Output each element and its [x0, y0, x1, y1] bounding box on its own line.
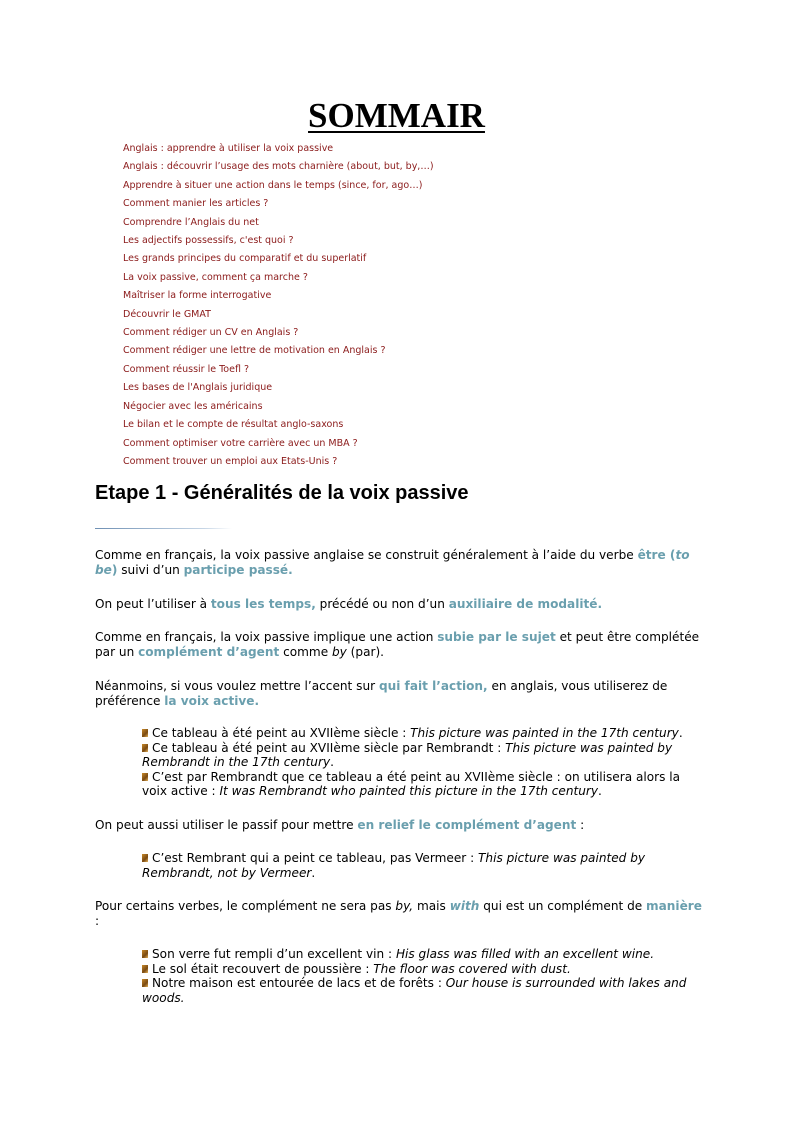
paragraph-with: Pour certains verbes, le complément ne s… [95, 899, 705, 929]
text: comme [279, 645, 332, 659]
italic-text: This picture was painted in the 17th cen… [410, 726, 679, 740]
toc-link[interactable]: La voix passive, comment ça marche ? [123, 269, 434, 287]
bullet-icon [142, 854, 148, 862]
paragraph-relief: On peut aussi utiliser le passif pour me… [95, 818, 705, 833]
toc-link[interactable]: Anglais : apprendre à utiliser la voix p… [123, 140, 434, 158]
page-title: SOMMAIR [308, 96, 485, 135]
section-heading: Etape 1 - Généralités de la voix passive [95, 482, 469, 504]
list-item: C’est Rembrant qui a peint ce tableau, p… [142, 851, 702, 880]
example-list: Son verre fut rempli d’un excellent vin … [142, 947, 702, 1005]
bullet-icon [142, 743, 148, 752]
text: Comme en français, la voix passive angla… [95, 548, 638, 562]
highlight: with [449, 899, 480, 913]
text: . [330, 755, 334, 770]
toc-link[interactable]: Négocier avec les américains [123, 398, 434, 416]
toc-link[interactable]: Comment rédiger un CV en Anglais ? [123, 324, 434, 342]
highlight: complément d’agent [138, 645, 280, 659]
toc-link[interactable]: Comment optimiser votre carrière avec un… [123, 435, 434, 453]
highlight: en relief le complément d’agent [357, 818, 577, 832]
highlight: la voix active. [164, 694, 260, 708]
text: . [311, 865, 316, 880]
bullet-icon [142, 950, 148, 958]
italic-text: by [331, 645, 347, 659]
italic-text: The floor was covered with dust. [373, 961, 571, 976]
text: Le sol était recouvert de poussière : [152, 961, 374, 976]
text: Ce tableau à été peint au XVIIème siècle… [152, 726, 411, 740]
italic-text: by, [395, 899, 414, 913]
toc-link[interactable]: Les grands principes du comparatif et du… [123, 250, 434, 268]
text: On peut l’utiliser à [95, 597, 211, 611]
list-item: Ce tableau à été peint au XVIIème siècle… [142, 741, 702, 770]
text: Ce tableau à été peint au XVIIème siècle… [152, 740, 506, 755]
text: Comme en français, la voix passive impli… [95, 630, 438, 644]
text: Notre maison est entourée de lacs et de … [152, 976, 446, 991]
italic-text: His glass was filled with an excellent w… [395, 947, 655, 961]
text: Néanmoins, si vous voulez mettre l’accen… [95, 679, 379, 693]
text: (par). [346, 645, 385, 659]
table-of-contents: Anglais : apprendre à utiliser la voix p… [123, 140, 434, 471]
list-item: C’est par Rembrandt que ce tableau a été… [142, 770, 702, 799]
highlight: participe passé. [183, 563, 293, 577]
highlight: auxiliaire de modalité. [448, 597, 603, 611]
bullet-icon [142, 964, 148, 973]
toc-link[interactable]: Comment rédiger une lettre de motivation… [123, 342, 434, 360]
toc-link[interactable]: Comment réussir le Toefl ? [123, 361, 434, 379]
toc-link[interactable]: Comprendre l’Anglais du net [123, 214, 434, 232]
text: Pour certains verbes, le complément ne s… [95, 899, 396, 913]
bullet-icon [142, 979, 148, 988]
toc-link[interactable]: Maîtriser la forme interrogative [123, 287, 434, 305]
text: mais [413, 899, 450, 913]
paragraph-intro: Comme en français, la voix passive angla… [95, 548, 705, 578]
text: . [598, 784, 602, 799]
text: précédé ou non d’un [315, 597, 449, 611]
text: : [95, 914, 100, 928]
toc-link[interactable]: Anglais : découvrir l’usage des mots cha… [123, 158, 434, 176]
italic-text: It was Rembrandt who painted this pictur… [219, 784, 599, 799]
toc-link[interactable]: Comment trouver un emploi aux Etats-Unis… [123, 453, 434, 471]
highlight: tous les temps, [210, 597, 316, 611]
toc-link[interactable]: Apprendre à situer une action dans le te… [123, 177, 434, 195]
heading-divider [95, 528, 232, 529]
text: : [576, 818, 585, 832]
toc-link[interactable]: Les adjectifs possessifs, c'est quoi ? [123, 232, 434, 250]
text: . [678, 726, 683, 740]
toc-link[interactable]: Le bilan et le compte de résultat anglo-… [123, 416, 434, 434]
highlight: qui fait l’action, [378, 679, 488, 693]
toc-link[interactable]: Découvrir le GMAT [123, 306, 434, 324]
highlight: être ( [637, 548, 676, 562]
paragraph-agent: Comme en français, la voix passive impli… [95, 630, 705, 660]
text: qui est un complément de [479, 899, 647, 913]
highlight: subie par le sujet [437, 630, 556, 644]
text: suivi d’un [117, 563, 184, 577]
text: C’est Rembrant qui a peint ce tableau, p… [152, 851, 479, 865]
bullet-icon [142, 772, 148, 781]
list-item: Ce tableau à été peint au XVIIème siècle… [142, 726, 702, 741]
text: On peut aussi utiliser le passif pour me… [95, 818, 358, 832]
bullet-icon [142, 729, 148, 737]
paragraph-active: Néanmoins, si vous voulez mettre l’accen… [95, 679, 705, 709]
list-item: Le sol était recouvert de poussière : Th… [142, 962, 702, 977]
example-list: Ce tableau à été peint au XVIIème siècle… [142, 726, 702, 799]
example-list: C’est Rembrant qui a peint ce tableau, p… [142, 851, 702, 880]
toc-link[interactable]: Les bases de l'Anglais juridique [123, 379, 434, 397]
list-item: Son verre fut rempli d’un excellent vin … [142, 947, 702, 962]
highlight: manière [646, 899, 702, 913]
paragraph-tenses: On peut l’utiliser à tous les temps, pré… [95, 597, 705, 612]
text: Son verre fut rempli d’un excellent vin … [152, 947, 396, 961]
toc-link[interactable]: Comment manier les articles ? [123, 195, 434, 213]
list-item: Notre maison est entourée de lacs et de … [142, 976, 702, 1005]
